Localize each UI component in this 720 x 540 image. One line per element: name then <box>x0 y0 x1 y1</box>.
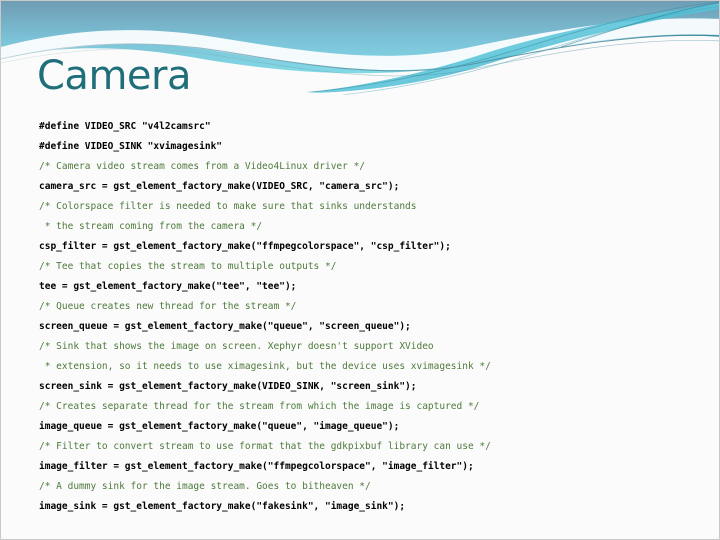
code-source-line: #define VIDEO_SINK "xvimagesink" <box>39 141 223 152</box>
code-comment-line: /* Filter to convert stream to use forma… <box>39 441 491 452</box>
code-comment-line: /* Colorspace filter is needed to make s… <box>39 201 417 212</box>
code-block: #define VIDEO_SRC "v4l2camsrc" #define VI… <box>39 117 699 517</box>
code-comment-line: /* Camera video stream comes from a Vide… <box>39 161 366 172</box>
code-comment-line: /* Sink that shows the image on screen. … <box>39 341 434 352</box>
code-source-line: #define VIDEO_SRC "v4l2camsrc" <box>39 121 211 132</box>
code-comment-line: /* Creates separate thread for the strea… <box>39 401 480 412</box>
code-comment-line: /* Tee that copies the stream to multipl… <box>39 261 337 272</box>
code-comment-line: /* A dummy sink for the image stream. Go… <box>39 481 371 492</box>
code-source-line: screen_sink = gst_element_factory_make(V… <box>39 381 417 392</box>
code-source-line: camera_src = gst_element_factory_make(VI… <box>39 181 400 192</box>
code-source-line: image_sink = gst_element_factory_make("f… <box>39 501 406 512</box>
code-source-line: csp_filter = gst_element_factory_make("f… <box>39 241 451 252</box>
presentation-slide: Camera #define VIDEO_SRC "v4l2camsrc" #de… <box>0 0 720 540</box>
code-source-line: tee = gst_element_factory_make("tee", "t… <box>39 281 297 292</box>
code-comment-line: * the stream coming from the camera */ <box>39 221 263 232</box>
slide-title: Camera <box>37 53 191 99</box>
code-comment-line: /* Queue creates new thread for the stre… <box>39 301 297 312</box>
code-comment-line: * extension, so it needs to use ximagesi… <box>39 361 491 372</box>
code-source-line: screen_queue = gst_element_factory_make(… <box>39 321 411 332</box>
code-source-line: image_queue = gst_element_factory_make("… <box>39 421 400 432</box>
code-source-line: image_filter = gst_element_factory_make(… <box>39 461 474 472</box>
